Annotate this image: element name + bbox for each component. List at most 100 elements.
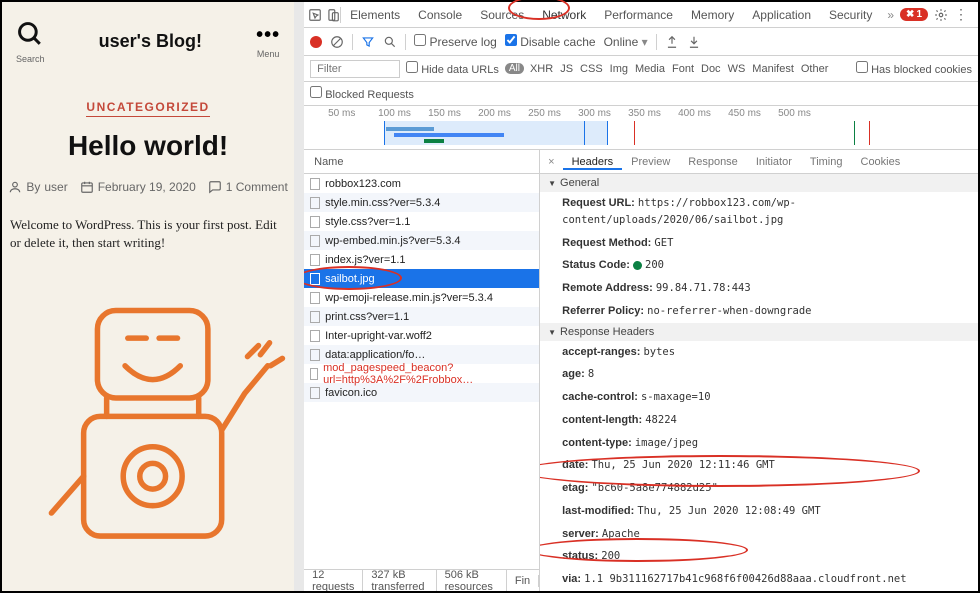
close-detail[interactable]: × [540, 156, 562, 168]
request-name: favicon.ico [325, 387, 377, 399]
header-row: status: 200 [540, 545, 978, 568]
category-link[interactable]: UNCATEGORIZED [86, 100, 209, 117]
request-name: wp-embed.min.js?ver=5.3.4 [325, 235, 460, 247]
tab-elements[interactable]: Elements [341, 8, 409, 22]
error-badge[interactable]: ✖1 [900, 8, 928, 21]
file-icon [310, 387, 320, 399]
wordpress-preview: Search user's Blog! ••• Menu UNCATEGORIZ… [2, 2, 304, 591]
tab-security[interactable]: Security [820, 8, 881, 22]
throttle-select[interactable]: Online ▾ [604, 35, 648, 49]
detail-tab-cookies[interactable]: Cookies [852, 156, 910, 168]
tab-console[interactable]: Console [409, 8, 471, 22]
header-row: age: 8 [540, 363, 978, 386]
filter-type-manifest[interactable]: Manifest [752, 63, 794, 75]
comments-meta[interactable]: 1 Comment [208, 180, 288, 194]
timeline-tick: 150 ms [428, 108, 478, 119]
hide-data-urls-checkbox[interactable]: Hide data URLs [406, 61, 499, 76]
filter-type-doc[interactable]: Doc [701, 63, 721, 75]
request-name: print.css?ver=1.1 [325, 311, 409, 323]
table-row[interactable]: wp-emoji-release.min.js?ver=5.3.4 [304, 288, 539, 307]
header-row: content-length: 48224 [540, 409, 978, 432]
tab-memory[interactable]: Memory [682, 8, 743, 22]
clear-icon[interactable] [330, 35, 344, 49]
detail-tab-response[interactable]: Response [679, 156, 747, 168]
detail-tab-preview[interactable]: Preview [622, 156, 679, 168]
table-row[interactable]: print.css?ver=1.1 [304, 307, 539, 326]
has-blocked-cookies-checkbox[interactable]: Has blocked cookies [856, 61, 972, 76]
timeline-tick: 300 ms [578, 108, 628, 119]
post-title: Hello world! [2, 130, 294, 162]
request-name: robbox123.com [325, 178, 401, 190]
detail-tab-initiator[interactable]: Initiator [747, 156, 801, 168]
header-row: date: Thu, 25 Jun 2020 12:11:46 GMT [540, 454, 978, 477]
request-name: style.css?ver=1.1 [325, 216, 410, 228]
table-row[interactable]: mod_pagespeed_beacon?url=http%3A%2F%2Fro… [304, 364, 539, 383]
table-row[interactable]: wp-embed.min.js?ver=5.3.4 [304, 231, 539, 250]
name-column-header[interactable]: Name [304, 150, 539, 174]
timeline-tick: 200 ms [478, 108, 528, 119]
preserve-log-checkbox[interactable]: Preserve log [414, 34, 497, 49]
file-icon [310, 216, 320, 228]
download-icon[interactable] [687, 35, 701, 49]
waterfall-overview[interactable]: 50 ms100 ms150 ms200 ms250 ms300 ms350 m… [304, 106, 978, 150]
upload-icon[interactable] [665, 35, 679, 49]
table-row[interactable]: style.css?ver=1.1 [304, 212, 539, 231]
person-icon [8, 180, 22, 194]
device-icon[interactable] [326, 8, 340, 22]
post-meta: By user February 19, 2020 1 Comment [2, 180, 294, 194]
tab-application[interactable]: Application [743, 8, 820, 22]
request-name: wp-emoji-release.min.js?ver=5.3.4 [325, 292, 493, 304]
robot-illustration [10, 266, 286, 576]
file-icon [310, 178, 320, 190]
detail-tab-timing[interactable]: Timing [801, 156, 852, 168]
filter-icon[interactable] [361, 35, 375, 49]
request-list: Name robbox123.com style.min.css?ver=5.3.… [304, 150, 540, 591]
filter-type-img[interactable]: Img [610, 63, 628, 75]
search-button[interactable]: Search [16, 20, 45, 64]
file-icon [310, 292, 320, 304]
response-headers-section[interactable]: Response Headers [540, 323, 978, 341]
menu-button[interactable]: ••• Menu [256, 24, 280, 59]
table-row[interactable]: robbox123.com [304, 174, 539, 193]
gear-icon[interactable] [934, 8, 948, 22]
header-row: Request URL: https://robbox123.com/wp-co… [540, 192, 978, 232]
tab-performance[interactable]: Performance [595, 8, 682, 22]
filter-type-js[interactable]: JS [560, 63, 573, 75]
blocked-requests-checkbox[interactable]: Blocked Requests [310, 86, 414, 101]
table-row[interactable]: index.js?ver=1.1 [304, 250, 539, 269]
filter-all[interactable]: All [505, 63, 524, 74]
network-toolbar: Preserve log Disable cache Online ▾ [304, 28, 978, 56]
kebab-icon[interactable]: ⋮ [954, 6, 968, 23]
menu-label: Menu [256, 49, 280, 59]
record-button[interactable] [310, 36, 322, 48]
timeline-tick: 500 ms [778, 108, 828, 119]
filter-type-media[interactable]: Media [635, 63, 665, 75]
general-section[interactable]: General [540, 174, 978, 192]
header-row: via: 1.1 9b311162717b41c968f6f00426d88aa… [540, 568, 978, 591]
search-icon[interactable] [383, 35, 397, 49]
disable-cache-checkbox[interactable]: Disable cache [505, 34, 596, 49]
filter-type-other[interactable]: Other [801, 63, 829, 75]
timeline-tick: 100 ms [378, 108, 428, 119]
tab-sources[interactable]: Sources [471, 8, 533, 22]
table-row[interactable]: sailbot.jpg [304, 269, 539, 288]
header-row: cache-control: s-maxage=10 [540, 386, 978, 409]
filter-type-font[interactable]: Font [672, 63, 694, 75]
tab-network[interactable]: Network [533, 8, 595, 22]
table-row[interactable]: style.min.css?ver=5.3.4 [304, 193, 539, 212]
filter-type-ws[interactable]: WS [728, 63, 746, 75]
request-name: sailbot.jpg [325, 273, 375, 285]
request-name: Inter-upright-var.woff2 [325, 330, 432, 342]
table-row[interactable]: Inter-upright-var.woff2 [304, 326, 539, 345]
header-row: content-type: image/jpeg [540, 432, 978, 455]
more-tabs[interactable]: » [881, 8, 900, 22]
calendar-icon [80, 180, 94, 194]
table-row[interactable]: favicon.ico [304, 383, 539, 402]
detail-tab-headers[interactable]: Headers [563, 156, 623, 170]
inspect-icon[interactable] [308, 8, 322, 22]
filter-type-xhr[interactable]: XHR [530, 63, 553, 75]
filter-input[interactable] [310, 60, 400, 78]
file-icon [310, 311, 320, 323]
devtools-tabs: ElementsConsoleSourcesNetworkPerformance… [304, 2, 978, 28]
filter-type-css[interactable]: CSS [580, 63, 603, 75]
